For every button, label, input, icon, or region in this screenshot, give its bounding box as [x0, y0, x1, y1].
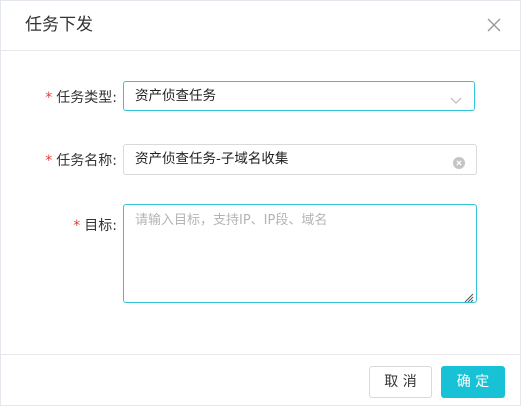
required-mark: * [45, 90, 53, 106]
task-type-label: * 任务类型: [45, 88, 117, 108]
task-type-value: 资产侦查任务 [135, 88, 216, 104]
dialog-title: 任务下发 [25, 15, 93, 35]
task-dispatch-dialog: 任务下发 *任务类型: 资产侦查任务 *任务名称: 资产侦查任务-子域名收集 [0, 0, 521, 406]
required-mark: * [73, 218, 81, 234]
task-name-input[interactable]: 资产侦查任务-子域名收集 [123, 144, 477, 175]
task-name-value: 资产侦查任务-子域名收集 [135, 151, 289, 167]
clear-circle-icon[interactable] [453, 154, 465, 169]
chevron-down-icon [450, 91, 462, 104]
task-type-row: * 任务类型: 资产侦查任务 [1, 81, 520, 111]
close-icon[interactable] [486, 17, 502, 33]
task-name-label: * 任务名称: [45, 151, 117, 171]
required-mark: * [45, 153, 53, 169]
confirm-button[interactable]: 确 定 [441, 366, 505, 398]
task-type-select[interactable]: 资产侦查任务 [123, 81, 475, 111]
target-textarea[interactable]: 请输入目标，支持IP、IP段、域名 [123, 204, 477, 303]
target-label-text: 目标: [84, 218, 117, 234]
cancel-button[interactable]: 取 消 [369, 366, 432, 398]
task-name-label-text: 任务名称: [56, 153, 117, 169]
dialog-header: 任务下发 [1, 1, 520, 51]
task-name-row: * 任务名称: 资产侦查任务-子域名收集 [1, 144, 520, 175]
task-type-label-text: 任务类型: [56, 90, 117, 106]
target-label: * 目标: [73, 216, 117, 236]
target-placeholder: 请输入目标，支持IP、IP段、域名 [135, 213, 328, 228]
target-row: * 目标: 请输入目标，支持IP、IP段、域名 [1, 204, 520, 303]
resize-grip-icon[interactable] [462, 288, 474, 303]
dialog-footer: 取 消 确 定 [1, 354, 520, 405]
